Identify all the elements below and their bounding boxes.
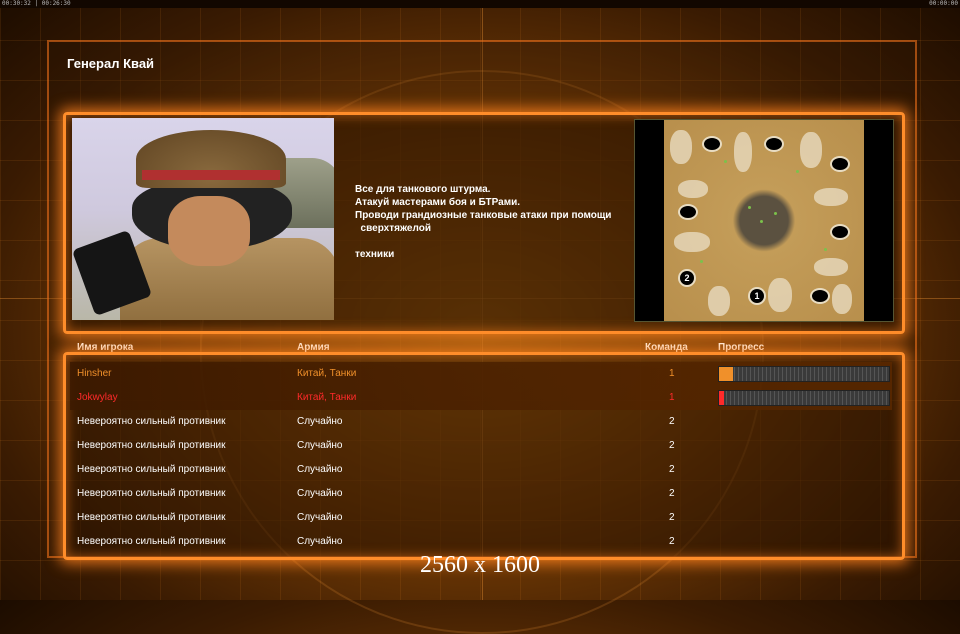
player-row: Невероятно сильный противник Случайно 2 [0,434,960,458]
player-army: Случайно [297,488,343,499]
minimap-terrain [664,120,864,321]
player-army: Китай, Танки [297,392,357,403]
player-army: Случайно [297,536,343,547]
player-name: Hinsher [77,368,112,379]
resolution-label: 2560 x 1600 [420,552,540,578]
player-team: 2 [669,416,675,427]
player-army: Случайно [297,464,343,475]
briefing-line: Все для танкового штурма. [355,184,491,195]
player-team: 2 [669,440,675,451]
player-name: Невероятно сильный противник [77,512,226,523]
progress-bar [718,390,890,406]
player-team: 1 [669,368,675,379]
player-row: Невероятно сильный противник Случайно 2 [0,530,960,554]
player-name: Jokwylay [77,392,118,403]
player-row: Невероятно сильный противник Случайно 2 [0,482,960,506]
briefing-line: Проводи грандиозные танковые атаки при п… [355,210,612,221]
player-row: Hinsher Китай, Танки 1 [70,362,892,386]
start-marker: 2 [680,271,694,285]
progress-bar [718,366,890,382]
player-name: Невероятно сильный противник [77,416,226,427]
player-team: 2 [669,488,675,499]
player-team: 1 [669,392,675,403]
minimap: 1 2 [634,119,894,322]
progress-fill [719,367,733,381]
briefing-line [355,235,625,248]
player-row: Jokwylay Китай, Танки 1 [70,386,892,410]
general-portrait [72,118,334,320]
player-army: Случайно [297,512,343,523]
player-row: Невероятно сильный противник Случайно 2 [0,458,960,482]
player-army: Случайно [297,440,343,451]
player-row: Невероятно сильный противник Случайно 2 [0,506,960,530]
player-army: Случайно [297,416,343,427]
player-row: Невероятно сильный противник Случайно 2 [0,410,960,434]
top-right-timer: 00:00:00 [929,0,958,7]
start-marker: 1 [750,289,764,303]
player-team: 2 [669,512,675,523]
briefing-text: Все для танкового штурма. Атакуй мастера… [355,183,625,261]
player-team: 2 [669,464,675,475]
player-name: Невероятно сильный противник [77,536,226,547]
player-team: 2 [669,536,675,547]
briefing-line: техники [355,249,395,260]
briefing-line: сверхтяжелой [355,223,431,234]
general-name: Генерал Квай [67,56,155,71]
player-army: Китай, Танки [297,368,357,379]
cap-band-image [142,170,280,180]
top-status-bar: 00:30:32 | 00:26:30 00:00:00 [0,0,960,8]
briefing-line: Атакуй мастерами боя и БТРами. [355,197,521,208]
top-left-timer: 00:30:32 | 00:26:30 [2,0,71,7]
player-name: Невероятно сильный противник [77,464,226,475]
player-name: Невероятно сильный противник [77,440,226,451]
player-name: Невероятно сильный противник [77,488,226,499]
progress-fill [719,391,725,405]
face-image [168,196,250,266]
